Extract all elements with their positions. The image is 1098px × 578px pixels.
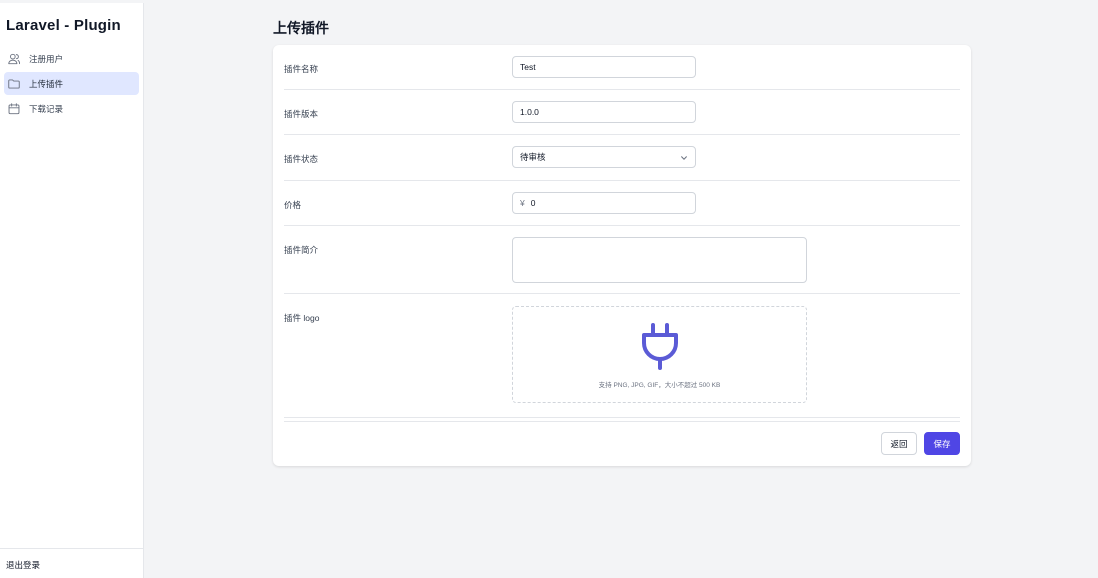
plugin-status-label: 插件状态 bbox=[284, 154, 319, 164]
back-button[interactable]: 返回 bbox=[881, 432, 917, 455]
sidebar-item-downloads[interactable]: 下载记录 bbox=[4, 97, 139, 120]
plugin-logo-label: 插件 logo bbox=[284, 313, 320, 323]
plugin-version-value: 1.0.0 bbox=[520, 107, 539, 117]
sidebar-item-users[interactable]: 注册用户 bbox=[4, 47, 139, 70]
logout-link[interactable]: 退出登录 bbox=[6, 559, 40, 571]
form-row-intro: 插件简介 bbox=[284, 226, 960, 294]
plugin-version-input[interactable]: 1.0.0 bbox=[512, 101, 696, 123]
sidebar-footer: 退出登录 bbox=[0, 548, 143, 578]
sidebar-item-label: 下载记录 bbox=[29, 103, 64, 114]
chevron-down-icon bbox=[681, 156, 687, 160]
sidebar-nav: 注册用户 上传插件 下载记录 bbox=[0, 47, 143, 122]
upload-form-card: 插件名称 Test 插件版本 1.0.0 插件状态 待审核 价格 ¥ 0 插件简… bbox=[273, 45, 971, 466]
price-value: 0 bbox=[530, 198, 536, 208]
form-row-status: 插件状态 待审核 bbox=[284, 135, 960, 181]
page-title: 上传插件 bbox=[273, 20, 329, 36]
plugin-version-label: 插件版本 bbox=[284, 109, 319, 119]
logo-dropzone[interactable]: 支持 PNG, JPG, GIF，大小不超过 500 KB bbox=[512, 306, 807, 403]
sidebar: Laravel - Plugin 注册用户 上传插件 下载记录 退出登录 bbox=[0, 3, 144, 578]
users-icon bbox=[7, 52, 21, 66]
plugin-intro-label: 插件简介 bbox=[284, 245, 319, 255]
plugin-name-input[interactable]: Test bbox=[512, 56, 696, 78]
price-input[interactable]: ¥ 0 bbox=[512, 192, 696, 214]
plugin-name-value: Test bbox=[520, 62, 536, 72]
form-row-version: 插件版本 1.0.0 bbox=[284, 90, 960, 135]
form-row-price: 价格 ¥ 0 bbox=[284, 181, 960, 226]
plugin-status-select[interactable]: 待审核 bbox=[512, 146, 696, 168]
plug-icon bbox=[642, 323, 678, 370]
form-row-logo: 插件 logo 支持 PNG, JPG, GIF，大小不超过 500 KB bbox=[284, 294, 960, 418]
plugin-name-label: 插件名称 bbox=[284, 64, 319, 74]
save-button[interactable]: 保存 bbox=[924, 432, 960, 455]
app-title: Laravel - Plugin bbox=[6, 17, 121, 34]
sidebar-item-label: 注册用户 bbox=[29, 53, 64, 64]
form-footer-divider bbox=[284, 421, 960, 422]
calendar-icon bbox=[7, 102, 21, 116]
sidebar-item-upload-plugin[interactable]: 上传插件 bbox=[4, 72, 139, 95]
logo-upload-hint: 支持 PNG, JPG, GIF，大小不超过 500 KB bbox=[598, 382, 721, 389]
currency-symbol: ¥ bbox=[520, 198, 525, 208]
price-label: 价格 bbox=[284, 200, 302, 210]
folder-icon bbox=[7, 77, 21, 91]
sidebar-item-label: 上传插件 bbox=[29, 78, 64, 89]
form-row-name: 插件名称 Test bbox=[284, 45, 960, 90]
plugin-status-value: 待审核 bbox=[520, 152, 546, 162]
plugin-intro-textarea[interactable] bbox=[512, 237, 807, 283]
